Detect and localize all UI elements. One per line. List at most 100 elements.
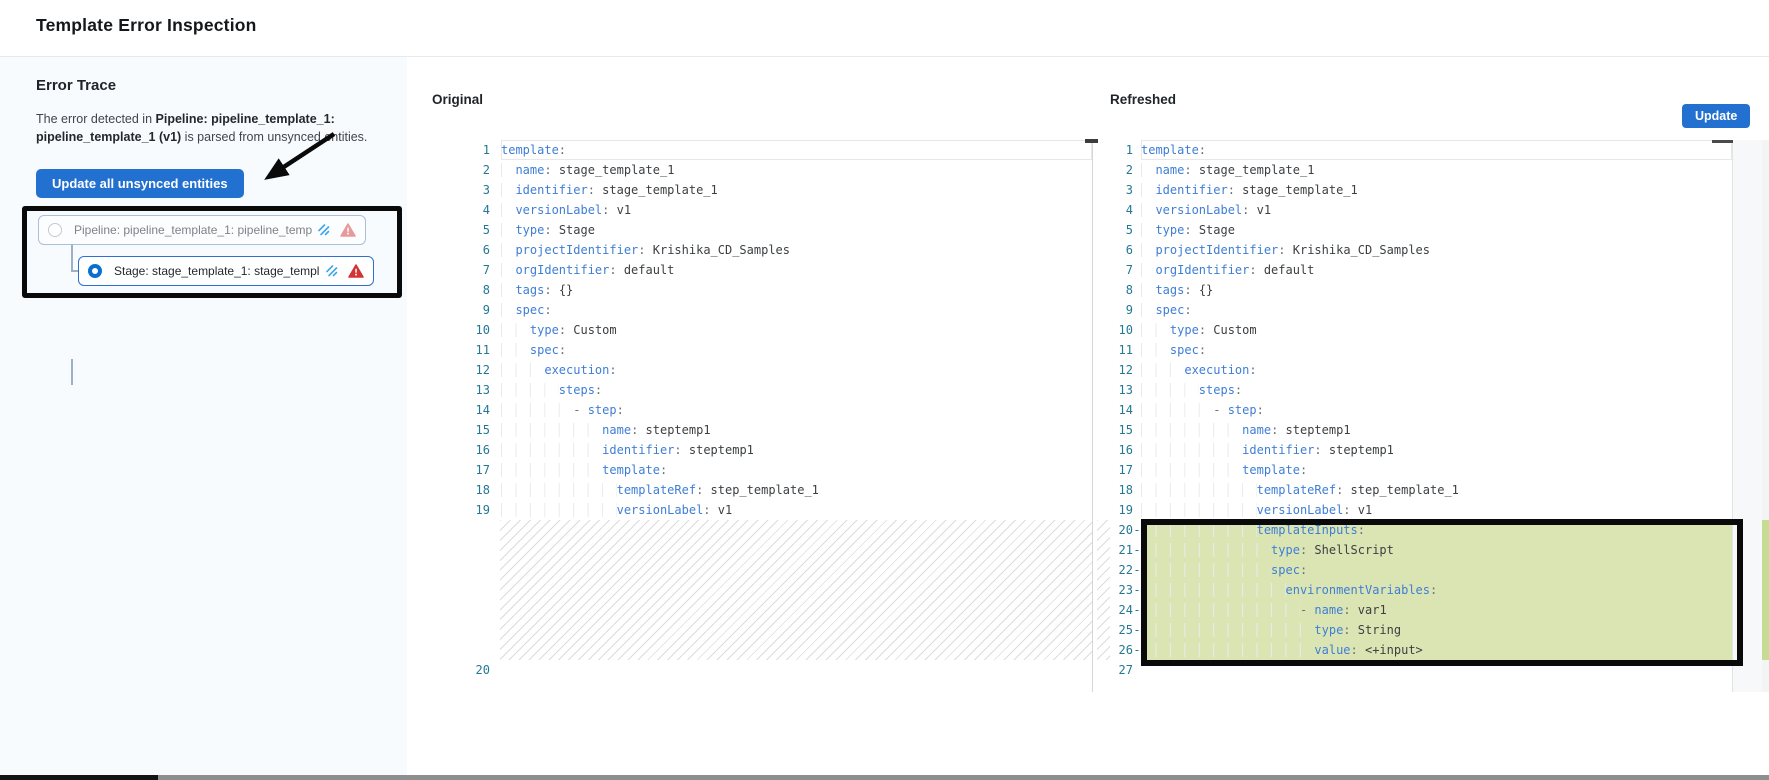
diff-marker: - <box>1133 640 1141 660</box>
code-text: spec: <box>501 300 1092 320</box>
code-line: 10 type: Custom <box>432 320 1092 340</box>
code-text: type: Stage <box>501 220 1092 240</box>
code-text: name: steptemp1 <box>1141 420 1732 440</box>
code-text: orgIdentifier: default <box>1141 260 1732 280</box>
code-text: versionLabel: v1 <box>501 500 1092 520</box>
line-number: 7 <box>1097 260 1133 280</box>
error-description-suffix: is parsed from unsynced entities. <box>181 130 367 144</box>
code-text: type: Custom <box>501 320 1092 340</box>
line-number: 6 <box>432 240 490 260</box>
diff-marker <box>490 160 501 180</box>
code-text: template: <box>501 460 1092 480</box>
error-trace-heading: Error Trace <box>36 77 116 94</box>
diff-marker <box>1133 660 1141 680</box>
code-line: 18 templateRef: step_template_1 <box>432 480 1092 500</box>
added-lines-annotation-box <box>1141 519 1743 666</box>
diff-marker <box>490 180 501 200</box>
line-number: 19 <box>432 500 490 520</box>
original-panel-title: Original <box>432 92 483 107</box>
line-number: 11 <box>432 340 490 360</box>
diff-marker <box>1133 280 1141 300</box>
diff-marker <box>490 200 501 220</box>
code-text: steps: <box>1141 380 1732 400</box>
code-text: identifier: stage_template_1 <box>501 180 1092 200</box>
code-text: - step: <box>1141 400 1732 420</box>
diff-marker <box>490 140 501 160</box>
code-text: name: stage_template_1 <box>1141 160 1732 180</box>
diff-marker <box>490 480 501 500</box>
code-line: 5 type: Stage <box>1097 220 1732 240</box>
line-number: 14 <box>432 400 490 420</box>
line-number: 27 <box>1097 660 1133 680</box>
diff-marker: - <box>1133 620 1141 640</box>
code-text: spec: <box>501 340 1092 360</box>
code-line: 8 tags: {} <box>432 280 1092 300</box>
diff-marker: - <box>1133 520 1141 540</box>
diff-marker <box>490 220 501 240</box>
line-number: 14 <box>1097 400 1133 420</box>
code-line: 19 versionLabel: v1 <box>432 500 1092 520</box>
diff-marker <box>490 240 501 260</box>
code-line: 18 templateRef: step_template_1 <box>1097 480 1732 500</box>
diff-marker <box>1133 340 1141 360</box>
code-line: 12 execution: <box>432 360 1092 380</box>
code-text: templateRef: step_template_1 <box>1141 480 1732 500</box>
original-yaml-editor[interactable]: 1template:2 name: stage_template_13 iden… <box>432 140 1093 692</box>
line-number: 2 <box>432 160 490 180</box>
refreshed-panel-title: Refreshed <box>1110 92 1176 107</box>
error-trace-sidebar: Error Trace The error detected in Pipeli… <box>0 57 407 775</box>
code-line: 1template: <box>432 140 1092 160</box>
line-number: 15 <box>1097 420 1133 440</box>
code-text: identifier: steptemp1 <box>501 440 1092 460</box>
code-text: execution: <box>1141 360 1732 380</box>
code-text: template: <box>1141 460 1732 480</box>
line-number: 3 <box>432 180 490 200</box>
line-number: 5 <box>1097 220 1133 240</box>
diff-marker <box>490 340 501 360</box>
code-text: versionLabel: v1 <box>1141 200 1732 220</box>
horizontal-scrollbar-thumb[interactable] <box>0 775 158 780</box>
page-title: Template Error Inspection <box>36 15 257 36</box>
overview-ruler-added-marker <box>1762 520 1769 660</box>
code-line: 10 type: Custom <box>1097 320 1732 340</box>
code-text: identifier: steptemp1 <box>1141 440 1732 460</box>
line-number: 1 <box>1097 140 1133 160</box>
diff-marker <box>490 420 501 440</box>
overview-cursor-marker <box>1085 139 1098 143</box>
line-number: 7 <box>432 260 490 280</box>
code-line: 20 <box>432 660 1092 680</box>
code-text: - step: <box>501 400 1092 420</box>
code-line: 11 spec: <box>432 340 1092 360</box>
diff-marker <box>490 660 501 680</box>
code-line: 16 identifier: steptemp1 <box>432 440 1092 460</box>
code-text: identifier: stage_template_1 <box>1141 180 1732 200</box>
line-number: 8 <box>432 280 490 300</box>
diff-marker <box>1133 180 1141 200</box>
code-text: spec: <box>1141 340 1732 360</box>
code-line: 6 projectIdentifier: Krishika_CD_Samples <box>432 240 1092 260</box>
overview-cursor-marker <box>1712 140 1733 143</box>
line-number: 16 <box>1097 440 1133 460</box>
diff-marker <box>1133 500 1141 520</box>
line-number: 20 <box>432 660 490 680</box>
code-text <box>501 660 1092 680</box>
diff-marker <box>1133 460 1141 480</box>
line-number: 5 <box>432 220 490 240</box>
diff-marker <box>490 280 501 300</box>
code-text: tags: {} <box>501 280 1092 300</box>
diff-marker <box>1133 360 1141 380</box>
diff-marker <box>490 400 501 420</box>
code-line: 13 steps: <box>432 380 1092 400</box>
horizontal-scrollbar-track[interactable] <box>0 775 1769 780</box>
code-line: 4 versionLabel: v1 <box>1097 200 1732 220</box>
diff-marker <box>490 380 501 400</box>
line-number: 17 <box>1097 460 1133 480</box>
update-button[interactable]: Update <box>1682 104 1750 128</box>
code-line: 1template: <box>1097 140 1732 160</box>
line-number: 12 <box>432 360 490 380</box>
code-text: projectIdentifier: Krishika_CD_Samples <box>501 240 1092 260</box>
diff-marker <box>490 260 501 280</box>
diff-marker: - <box>1133 580 1141 600</box>
diff-marker <box>1133 200 1141 220</box>
update-all-unsynced-entities-button[interactable]: Update all unsynced entities <box>36 169 244 198</box>
